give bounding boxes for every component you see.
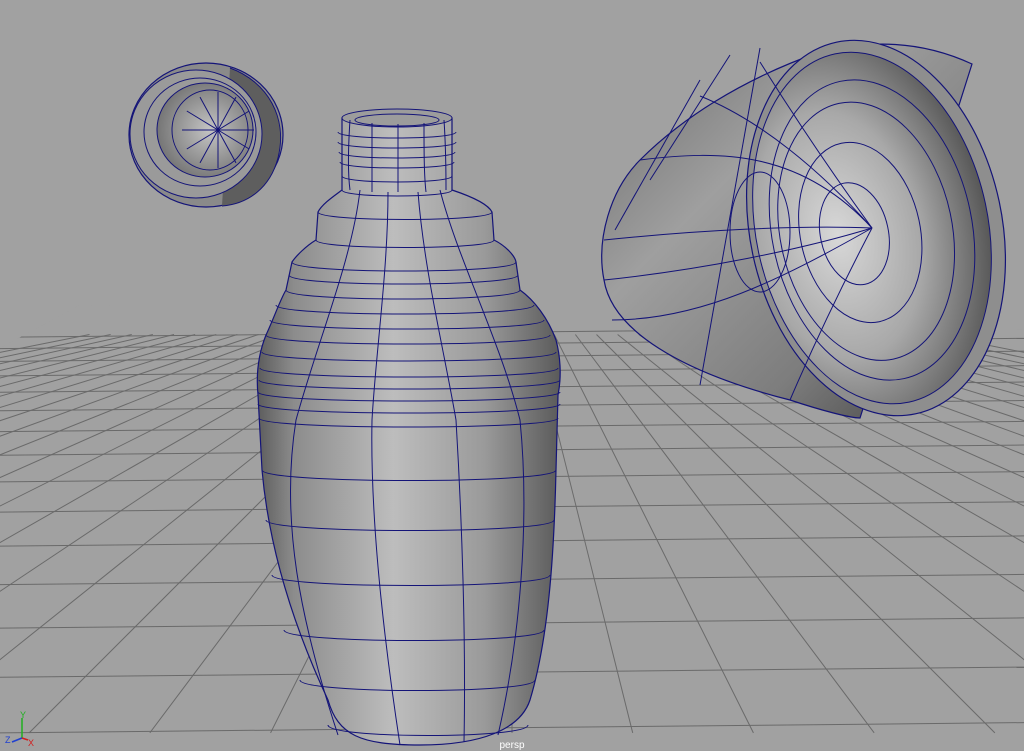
perspective-viewport[interactable]: Y Z X persp	[0, 0, 1024, 751]
bottle-cap-mesh[interactable]	[128, 62, 284, 208]
scene-canvas[interactable]	[0, 0, 1024, 751]
camera-name-label: persp	[499, 740, 525, 751]
axis-y-label: Y	[20, 710, 27, 720]
